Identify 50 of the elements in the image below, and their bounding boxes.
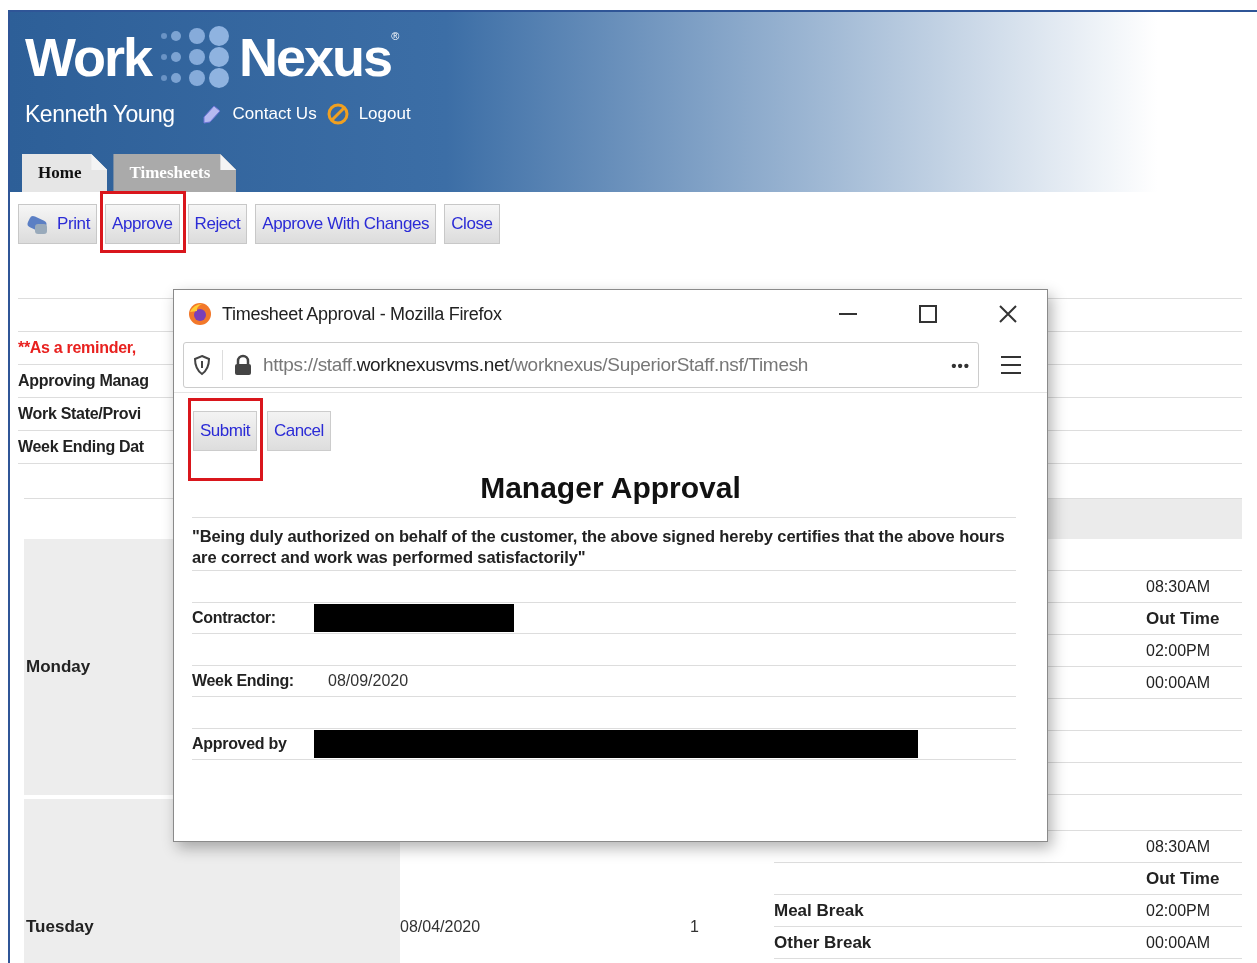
dialog-heading: Manager Approval xyxy=(479,471,742,505)
lock-icon xyxy=(233,354,253,376)
url-text: https://staff.worknexusvms.net/worknexus/SuperiorStaff.nsf/Timesh xyxy=(263,354,810,376)
cancel-button[interactable]: Cancel xyxy=(266,411,331,451)
reminder-text: **As a reminder, xyxy=(18,339,136,357)
toolbar-button[interactable]: Reject xyxy=(187,204,248,244)
user-name: Kenneth Young xyxy=(25,100,175,128)
row-label: Other Break xyxy=(774,933,872,953)
logout-link[interactable]: Logout xyxy=(358,104,411,124)
maximize-icon[interactable] xyxy=(919,305,937,323)
toolbar-button[interactable]: Approve With Changes xyxy=(255,204,437,244)
prohibited-icon xyxy=(326,103,349,125)
window-title: Timesheet Approval - Mozilla Firefox xyxy=(222,303,503,325)
day-name: Tuesday xyxy=(26,917,94,937)
submit-button[interactable]: Submit xyxy=(193,411,257,451)
field-value: 08/09/2020 xyxy=(328,672,409,690)
time-value: 00:00AM xyxy=(1146,934,1211,952)
field-label: Week Ending Dat xyxy=(18,438,144,456)
column-heading: Out Time xyxy=(1146,609,1220,629)
row-label: Meal Break xyxy=(774,901,864,921)
registered-mark: ® xyxy=(391,30,400,42)
toolbar-button[interactable]: Close xyxy=(444,204,500,244)
count-text: 1 xyxy=(690,918,699,936)
field-label: Approved by xyxy=(192,735,288,753)
time-value: 08:30AM xyxy=(1146,578,1211,596)
date-text: 08/04/2020 xyxy=(400,918,481,936)
toolbar-button[interactable]: Approve xyxy=(104,204,180,244)
logo-text: Work xyxy=(25,30,152,84)
day-name: Monday xyxy=(26,657,91,677)
time-value: 02:00PM xyxy=(1146,902,1211,920)
field-label: Week Ending: xyxy=(192,672,295,690)
time-value: 08:30AM xyxy=(1146,838,1211,856)
time-value: 00:00AM xyxy=(1146,674,1211,692)
logo-text: Nexus xyxy=(239,30,392,84)
dots-logo-icon xyxy=(159,26,232,88)
browser-logo-icon xyxy=(188,302,212,326)
contact-link[interactable]: Contact Us xyxy=(232,104,317,124)
certification-statement: "Being duly authorized on behalf of the customer, the above signed hereby certifies that the above hours are correct and work was performed satisfactorily" xyxy=(192,517,1016,571)
shield-icon xyxy=(192,354,212,376)
tab[interactable]: Home xyxy=(22,154,108,192)
field-label: Contractor: xyxy=(192,609,277,627)
field-label: Approving Manag xyxy=(18,372,149,390)
column-heading: Out Time xyxy=(1146,869,1220,889)
close-icon[interactable] xyxy=(999,305,1017,323)
address-bar[interactable]: https://staff.worknexusvms.net/worknexus/SuperiorStaff.nsf/Timesh ••• xyxy=(183,342,979,388)
pencil-icon xyxy=(200,103,223,125)
page-actions-menu[interactable]: ••• xyxy=(951,356,970,374)
field-label: Work State/Provi xyxy=(18,405,141,423)
print-button[interactable]: Print xyxy=(18,204,97,244)
time-value: 02:00PM xyxy=(1146,642,1211,660)
